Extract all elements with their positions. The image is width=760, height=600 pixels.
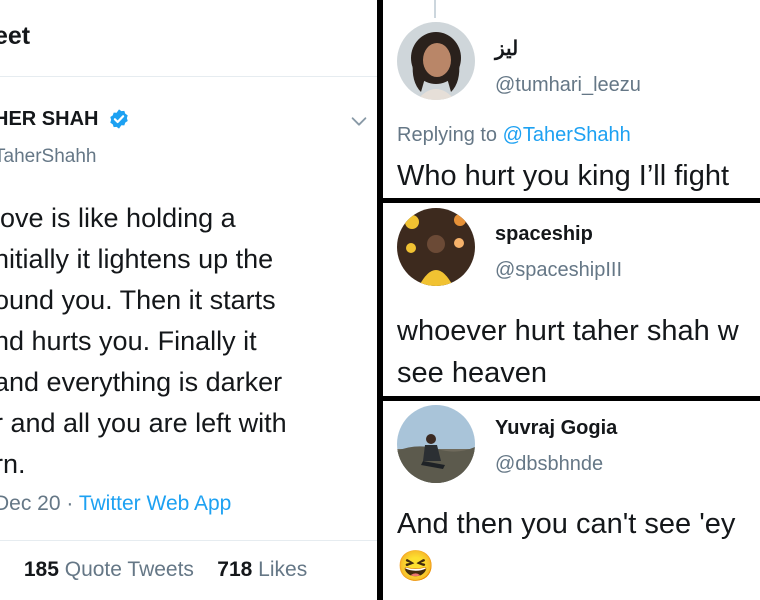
likes-label[interactable]: Likes <box>258 558 307 581</box>
tweet-line: nitially it lightens up the <box>0 244 274 274</box>
quote-count[interactable]: 185 <box>24 558 59 581</box>
divider <box>0 76 377 77</box>
likes-count[interactable]: 718 <box>217 558 252 581</box>
tweet-meta: Dec 20 · Twitter Web App <box>0 492 231 516</box>
avatar[interactable] <box>397 22 475 100</box>
author-handle[interactable]: TaherShahh <box>0 146 96 168</box>
author-name[interactable]: HER SHAH <box>0 108 98 131</box>
retweets-label[interactable]: s <box>0 558 1 581</box>
tweet-date[interactable]: Dec 20 · <box>0 492 79 515</box>
quote-label[interactable]: Quote Tweets <box>65 558 194 581</box>
page-title: eet <box>0 22 31 50</box>
avatar[interactable] <box>397 405 475 483</box>
tweet-source-link[interactable]: Twitter Web App <box>79 492 232 515</box>
mention-link[interactable]: @TaherShahh <box>503 124 631 146</box>
replying-to: Replying to @TaherShahh <box>397 124 631 146</box>
chevron-down-icon[interactable] <box>348 110 370 132</box>
reply-text-line: whoever hurt taher shah w <box>397 315 739 347</box>
divider <box>0 540 377 541</box>
tweet-line: ound you. Then it starts <box>0 285 276 315</box>
reply-author-handle[interactable]: @dbsbhnde <box>495 453 603 476</box>
reply-author-handle[interactable]: @spaceshipIII <box>495 259 622 282</box>
reply-author-name[interactable]: Yuvraj Gogia <box>495 417 617 440</box>
reply-card[interactable]: spaceship @spaceshipIII whoever hurt tah… <box>383 203 760 396</box>
tweet-line: love is like holding a <box>0 203 236 233</box>
laughing-emoji-icon: 😆 <box>397 550 435 583</box>
reply-author-name[interactable]: ليز <box>495 36 518 61</box>
tweet-body: love is like holding a nitially it light… <box>0 198 354 485</box>
tweet-line: nd hurts you. Finally it <box>0 326 257 356</box>
main-tweet-panel: eet HER SHAH TaherShahh love is like hol… <box>0 0 377 600</box>
tweet-stats: s 185 Quote Tweets 718 Likes <box>0 558 307 582</box>
reply-text: Who hurt you king I’ll fight <box>397 160 730 192</box>
tweet-line: rn. <box>0 449 26 479</box>
reply-card[interactable]: Yuvraj Gogia @dbsbhnde And then you can'… <box>383 401 760 600</box>
tweet-line: r and all you are left with <box>0 408 287 438</box>
verified-badge-icon <box>110 109 128 129</box>
reply-author-handle[interactable]: @tumhari_leezu <box>495 74 641 97</box>
reply-author-name[interactable]: spaceship <box>495 223 593 246</box>
reply-text: And then you can't see 'ey <box>397 508 736 540</box>
tweet-line: and everything is darker <box>0 367 283 397</box>
reply-card[interactable]: ليز @tumhari_leezu Replying to @TaherSha… <box>383 0 760 198</box>
thread-connector <box>434 0 436 18</box>
avatar[interactable] <box>397 208 475 286</box>
reply-text-line: see heaven <box>397 357 547 389</box>
